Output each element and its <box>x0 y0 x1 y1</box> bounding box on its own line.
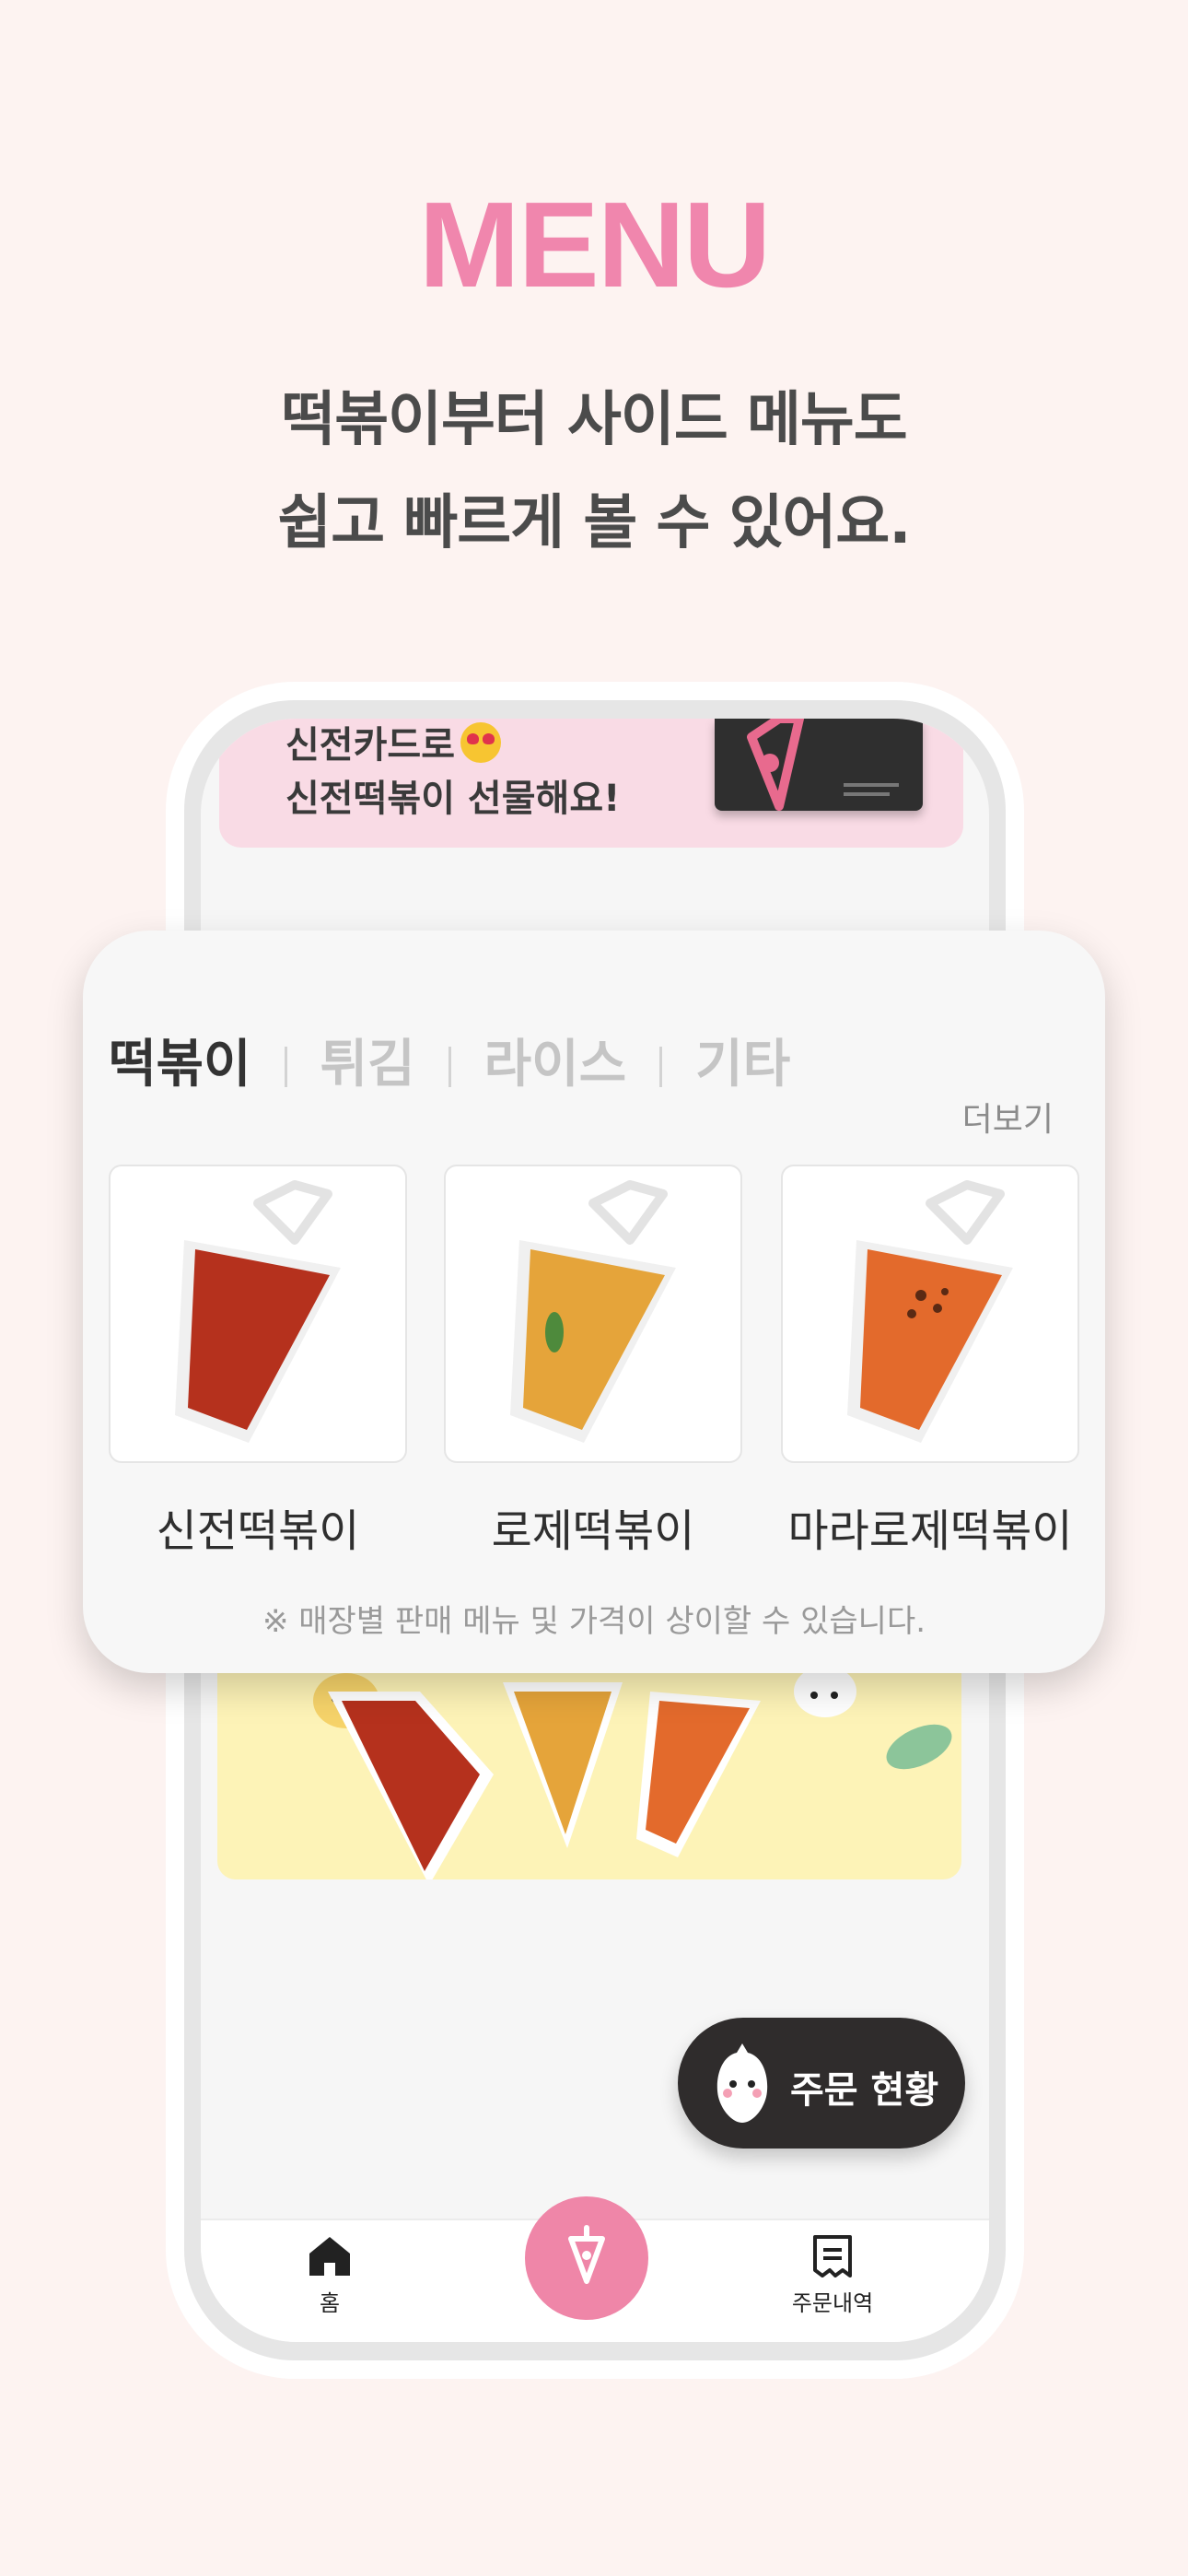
subtitle-line-1: 떡볶이부터 사이드 메뉴도 <box>281 386 907 454</box>
subtitle-line-2: 쉽고 빠르게 볼 수 있어요. <box>277 489 911 557</box>
headline: MENU <box>418 177 772 312</box>
tab-fried[interactable]: 튀김 <box>320 1035 415 1095</box>
menu-item-name: 신전떡볶이 <box>156 1505 360 1557</box>
subtitle: 떡볶이부터 사이드 메뉴도 쉽고 빠르게 볼 수 있어요. <box>0 369 1188 575</box>
more-link[interactable]: 더보기 <box>962 1093 1054 1141</box>
tab-tteokbokki[interactable]: 떡볶이 <box>109 1035 251 1095</box>
tteok-logo-icon <box>568 2225 605 2284</box>
tab-orders[interactable]: 주문내역 <box>777 2235 888 2317</box>
sauce-fill <box>523 1249 665 1430</box>
order-status-button[interactable]: 주문 현황 <box>678 2018 965 2149</box>
menu-item-name: 마라로제떡볶이 <box>787 1505 1073 1557</box>
order-status-label: 주문 현황 <box>790 2069 939 2112</box>
tab-separator <box>448 1047 451 1087</box>
ghost-mascot-icon <box>716 2043 768 2123</box>
home-icon <box>309 2237 350 2276</box>
banner-line-2: 신전떡볶이 선물해요! <box>285 778 621 820</box>
tab-rice[interactable]: 라이스 <box>484 1035 627 1095</box>
promo-banner[interactable] <box>217 1655 961 1879</box>
sauce-fill <box>860 1249 1002 1430</box>
menu-item-image <box>781 1165 1079 1463</box>
menu-item-image <box>109 1165 407 1463</box>
price-notice: ※ 매장별 판매 메뉴 및 가격이 상이할 수 있습니다. <box>262 1603 926 1640</box>
receipt-icon <box>813 2235 852 2277</box>
banner-line-1: 신전카드로 <box>285 724 455 767</box>
tteokbokki-trio-illustration <box>313 1666 952 1879</box>
menu-item-sinjeon[interactable]: 신전떡볶이 <box>109 1165 407 1559</box>
heart-eyes-emoji-icon <box>460 722 501 763</box>
sauce-fill <box>188 1249 330 1430</box>
gift-card-image <box>715 719 923 811</box>
gift-card-banner[interactable]: 신전카드로 신전떡볶이 선물해요! <box>219 719 963 848</box>
banner-text: 신전카드로 신전떡볶이 선물해요! <box>285 719 620 825</box>
menu-item-rose[interactable]: 로제떡볶이 <box>444 1165 742 1559</box>
tab-etc[interactable]: 기타 <box>695 1035 790 1095</box>
tab-orders-label: 주문내역 <box>791 2290 874 2316</box>
tab-home-label: 홈 <box>319 2290 341 2316</box>
tab-separator <box>659 1047 663 1087</box>
tab-home[interactable]: 홈 <box>293 2235 367 2317</box>
tab-separator <box>284 1047 287 1087</box>
menu-item-name: 로제떡볶이 <box>491 1505 695 1557</box>
category-tabs: 떡볶이 튀김 라이스 기타 <box>109 1023 790 1097</box>
center-order-button[interactable] <box>525 2196 648 2320</box>
bottom-tab-bar: 홈 주문내역 <box>201 2196 989 2342</box>
menu-item-image <box>444 1165 742 1463</box>
menu-card: 떡볶이 튀김 라이스 기타 더보기 신전떡볶이 로제떡볶이 마라로제떡볶이 ※ … <box>83 931 1105 1673</box>
menu-item-mala-rose[interactable]: 마라로제떡볶이 <box>781 1165 1079 1559</box>
